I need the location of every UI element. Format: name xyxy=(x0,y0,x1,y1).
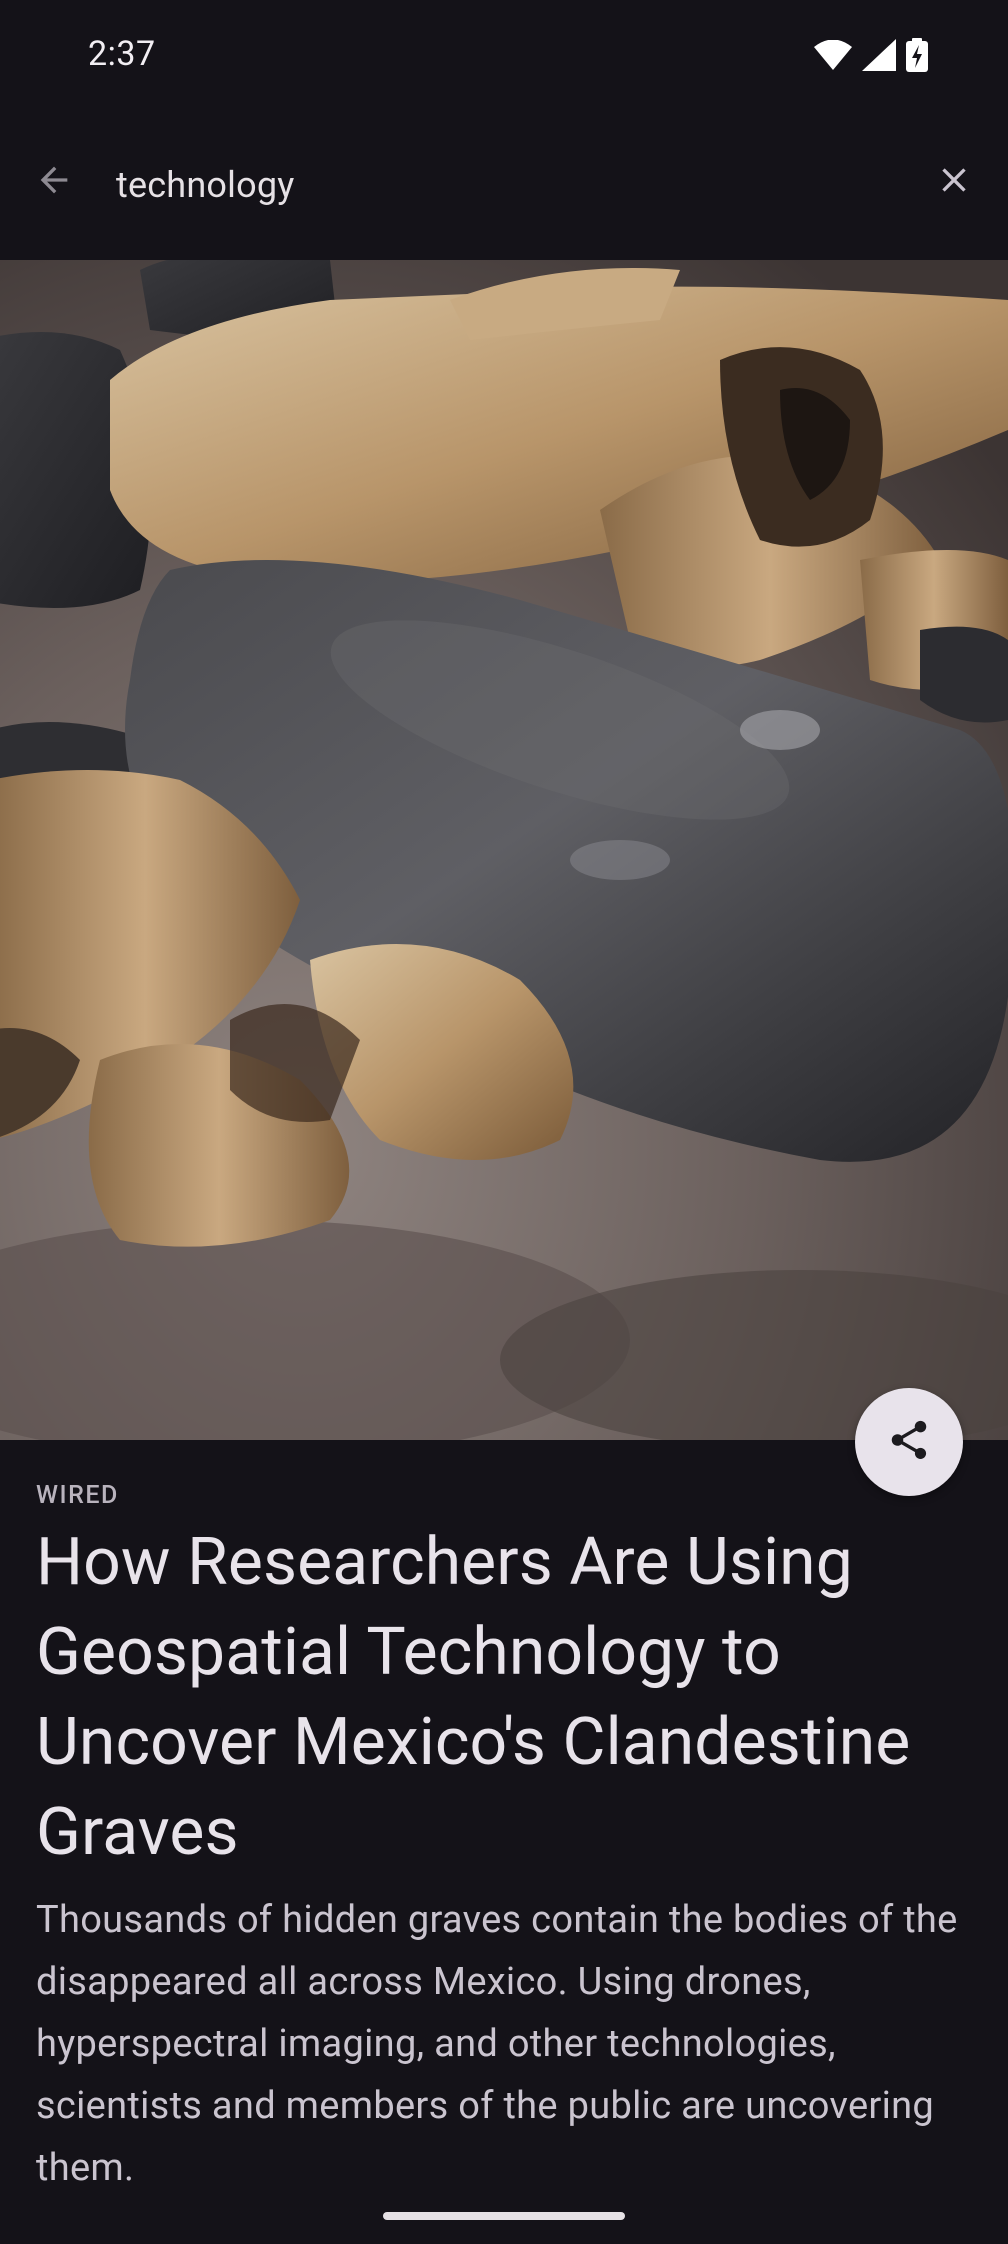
status-time: 2:37 xyxy=(88,34,156,74)
wifi-icon xyxy=(814,40,852,70)
article-source: WIRED xyxy=(36,1481,119,1510)
signal-icon xyxy=(862,39,896,71)
close-icon xyxy=(934,160,974,204)
screen: 2:37 technology WIRED How Researchers Ar… xyxy=(0,0,1008,2244)
article-title[interactable]: How Researchers Are Using Geospatial Tec… xyxy=(36,1518,976,1878)
share-button[interactable] xyxy=(855,1388,963,1496)
back-button[interactable] xyxy=(22,150,86,214)
search-input[interactable]: technology xyxy=(116,164,294,206)
status-bar: 2:37 xyxy=(0,0,1008,112)
gesture-nav-handle[interactable] xyxy=(383,2212,625,2220)
clear-search-button[interactable] xyxy=(922,150,986,214)
article-summary: Thousands of hidden graves contain the b… xyxy=(36,1898,958,2190)
arrow-left-icon xyxy=(34,160,74,204)
search-bar: technology xyxy=(0,112,1008,260)
article-hero-image[interactable] xyxy=(0,260,1008,1440)
share-icon xyxy=(886,1417,932,1467)
hero-photo xyxy=(0,260,1008,1440)
status-icons xyxy=(814,38,928,72)
battery-charging-icon xyxy=(906,38,928,72)
